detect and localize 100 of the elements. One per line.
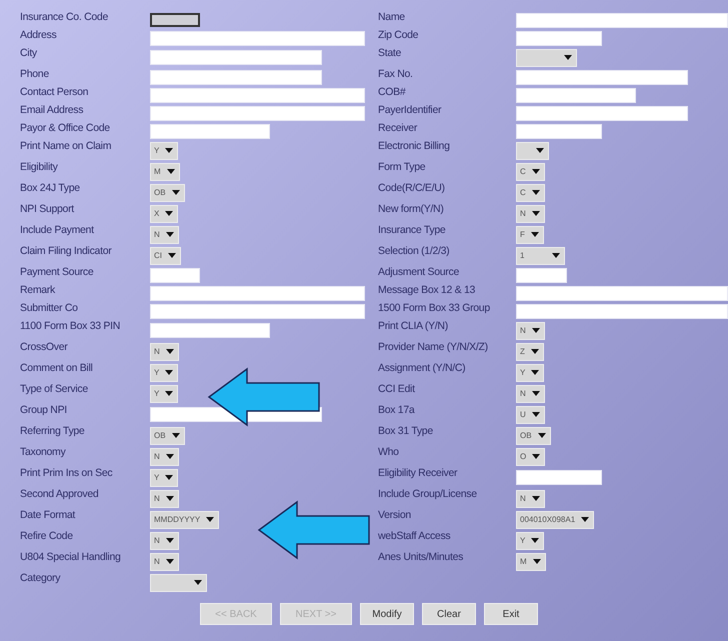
field-label: webStaff Access (378, 530, 452, 544)
caret-icon (172, 433, 180, 438)
caret-icon (530, 349, 539, 354)
arrow-icon (207, 367, 321, 427)
dropdown[interactable]: Y (150, 468, 178, 486)
dropdown[interactable]: Y (150, 364, 178, 382)
field-label: PayerIdentifier (378, 104, 442, 118)
dropdown[interactable]: F (516, 226, 544, 244)
dropdown[interactable]: C (516, 184, 545, 202)
caret-icon (172, 190, 180, 195)
dropdown[interactable]: Y (150, 384, 178, 402)
caret-icon (165, 370, 174, 375)
field-label: Second Approved (20, 488, 100, 502)
dropdown[interactable]: N (150, 226, 179, 244)
caret-icon (538, 433, 546, 438)
dropdown[interactable]: Z (516, 342, 544, 360)
field-label: Print Prim Ins on Sec (20, 467, 114, 481)
caret-icon (532, 496, 540, 501)
form-button[interactable]: Exit (484, 603, 538, 625)
dropdown[interactable]: C (516, 162, 545, 180)
field-label: New form(Y/N) (378, 203, 445, 217)
field-label: Date Format (20, 509, 76, 523)
field-label: Selection (1/2/3) (378, 245, 450, 259)
form-button[interactable]: Modify (360, 603, 414, 625)
dropdown[interactable]: O (516, 448, 546, 466)
caret-icon (531, 370, 540, 375)
dropdown[interactable]: N (150, 490, 179, 508)
field-label: Email Address (20, 104, 84, 118)
field-label: Name (378, 11, 406, 25)
caret-icon (532, 454, 540, 459)
dropdown[interactable]: M (150, 162, 180, 180)
field-label: Referring Type (20, 425, 86, 439)
field-label: Version (378, 509, 412, 523)
dropdown[interactable]: CI (150, 246, 181, 264)
field-label: Address (20, 29, 58, 43)
caret-icon (166, 169, 175, 174)
dropdown[interactable]: 1 (516, 246, 565, 264)
caret-icon (168, 253, 176, 258)
caret-icon (532, 169, 540, 174)
field-label: Box 17a (378, 404, 416, 418)
field-label: Payor & Office Code (20, 122, 111, 136)
caret-icon (194, 580, 202, 585)
field-label: State (378, 47, 402, 61)
dropdown[interactable]: N (516, 384, 545, 402)
field-label: Who (378, 446, 400, 460)
field-label: Payment Source (20, 266, 94, 280)
field-label: Eligibility (20, 161, 59, 175)
field-label: Electronic Billing (378, 140, 451, 154)
field-label: 1100 Form Box 33 PIN (20, 320, 122, 334)
caret-icon (166, 559, 174, 564)
field-label: Taxonomy (20, 446, 67, 460)
caret-icon (166, 232, 174, 237)
dropdown[interactable]: M (516, 552, 546, 570)
field-label: Adjusment Source (378, 266, 460, 280)
field-label: Insurance Type (378, 224, 446, 238)
field-label: Box 24J Type (20, 182, 81, 196)
field-label: Anes Units/Minutes (378, 551, 464, 565)
dropdown[interactable]: N (150, 552, 179, 570)
dropdown[interactable]: N (516, 204, 545, 222)
dropdown[interactable]: N (150, 532, 179, 550)
dropdown[interactable]: N (516, 322, 545, 340)
caret-icon (165, 148, 174, 153)
field-label: Insurance Co. Code (20, 11, 109, 25)
field-label: 1500 Form Box 33 Group (378, 302, 491, 316)
field-label: Remark (20, 284, 56, 298)
caret-icon (166, 496, 174, 501)
dropdown[interactable]: OB (516, 426, 551, 444)
caret-icon (532, 412, 540, 417)
caret-icon (165, 475, 174, 480)
dropdown[interactable]: N (516, 490, 545, 508)
field-label: Code(R/C/E/U) (378, 182, 446, 196)
caret-icon (564, 55, 572, 60)
caret-icon (206, 517, 214, 522)
field-label: Type of Service (20, 383, 89, 397)
dropdown[interactable]: Y (516, 364, 544, 382)
field-label: NPI Support (20, 203, 76, 217)
dropdown[interactable]: N (150, 342, 179, 360)
field-label: U804 Special Handling (20, 551, 122, 565)
caret-icon (581, 517, 590, 522)
field-label: Zip Code (378, 29, 420, 43)
caret-icon (166, 538, 174, 543)
dropdown[interactable]: Y (150, 142, 178, 160)
dropdown[interactable]: OB (150, 184, 185, 202)
form-button[interactable]: Clear (422, 603, 476, 625)
dropdown[interactable] (516, 142, 549, 160)
field-label: CrossOver (20, 341, 68, 355)
dropdown[interactable]: X (150, 204, 178, 222)
field-label: CCI Edit (378, 383, 416, 397)
dropdown[interactable]: 004010X098A1 (516, 510, 594, 528)
caret-icon (530, 232, 539, 237)
caret-icon (165, 391, 174, 396)
dropdown[interactable]: N (150, 448, 179, 466)
dropdown[interactable]: MMDDYYYY (150, 510, 220, 528)
dropdown[interactable]: OB (150, 426, 185, 444)
dropdown[interactable]: U (516, 406, 545, 424)
field-label: Print Name on Claim (20, 140, 112, 154)
field-label: Contact Person (20, 86, 90, 100)
field-label: Assignment (Y/N/C) (378, 362, 466, 376)
dropdown[interactable]: Y (516, 532, 544, 550)
field-label: COB# (378, 86, 407, 100)
